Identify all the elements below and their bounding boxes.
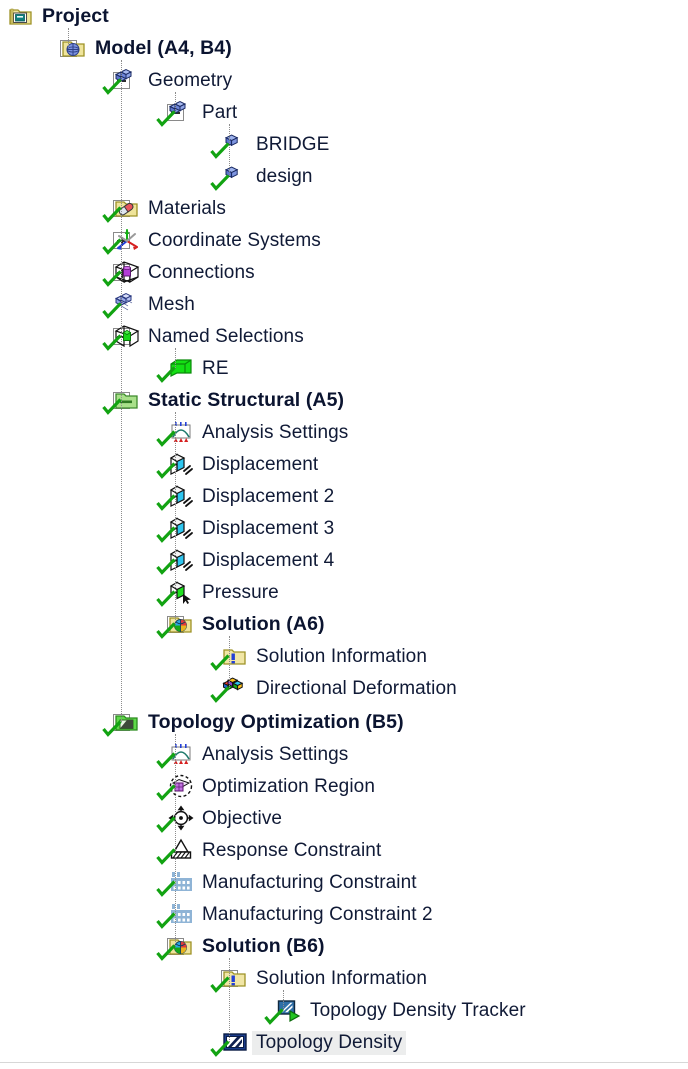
project-tree[interactable]: Project Model (A4, B4) Geometry Part BRIDGE d… (0, 0, 688, 1069)
tree-node-label-displacement-4[interactable]: Displacement 4 (198, 549, 338, 573)
materials-folder-icon (114, 195, 140, 221)
part-bodies-icon (168, 99, 194, 125)
solid-body-icon (222, 163, 248, 189)
tree-node-label-displacement-1[interactable]: Displacement (198, 453, 322, 477)
tree-node-label-project[interactable]: Project (38, 5, 113, 30)
tree-connector-trunk (229, 958, 230, 1042)
geometry-bodies-icon (114, 67, 140, 93)
tree-node-label-model[interactable]: Model (A4, B4) (91, 37, 236, 62)
model-folder-icon (61, 35, 87, 61)
tree-node-label-response-constraint[interactable]: Response Constraint (198, 839, 385, 863)
tree-node-label-manufacturing-constraint-1[interactable]: Manufacturing Constraint (198, 871, 421, 895)
tree-node-label-objective[interactable]: Objective (198, 807, 286, 831)
solution-folder-icon (168, 611, 194, 637)
response-constraint-icon (168, 837, 194, 863)
connections-icon (114, 259, 140, 285)
named-selection-item-icon (168, 355, 194, 381)
topology-density-tracker-icon (276, 997, 302, 1023)
tree-node-label-connections[interactable]: Connections (144, 261, 259, 285)
manufacturing-constraint-icon (168, 901, 194, 927)
tree-node-label-displacement-2[interactable]: Displacement 2 (198, 485, 338, 509)
objective-icon (168, 805, 194, 831)
tree-node-label-analysis-settings-a[interactable]: Analysis Settings (198, 421, 352, 445)
tree-node-label-pressure[interactable]: Pressure (198, 581, 283, 605)
tree-connector-trunk (283, 990, 284, 1010)
solution-information-icon (222, 643, 248, 669)
topology-optimization-folder-icon (114, 709, 140, 735)
tree-node-label-solution-a6[interactable]: Solution (A6) (198, 613, 329, 638)
displacement-icon (168, 483, 194, 509)
panel-divider (0, 1062, 688, 1063)
project-folder-icon (8, 3, 34, 29)
tree-node-label-optimization-region[interactable]: Optimization Region (198, 775, 379, 799)
analysis-settings-icon (168, 419, 194, 445)
solution-information-icon (222, 965, 248, 991)
mesh-icon (114, 291, 140, 317)
directional-deformation-icon (222, 675, 248, 701)
coordinate-systems-icon (114, 227, 140, 253)
tree-connector-trunk (229, 636, 230, 688)
tree-node-label-design[interactable]: design (252, 165, 317, 189)
solution-folder-icon (168, 933, 194, 959)
tree-node-label-manufacturing-constraint-2[interactable]: Manufacturing Constraint 2 (198, 903, 437, 927)
static-structural-folder-icon (114, 387, 140, 413)
tree-node-label-mesh[interactable]: Mesh (144, 293, 199, 317)
named-selections-icon (114, 323, 140, 349)
tree-node-label-topology-optimization[interactable]: Topology Optimization (B5) (144, 711, 408, 736)
tree-connector-trunk (175, 92, 176, 112)
tree-node-label-coordinate-systems[interactable]: Coordinate Systems (144, 229, 325, 253)
tree-node-label-part[interactable]: Part (198, 101, 241, 125)
displacement-icon (168, 547, 194, 573)
tree-node-label-topology-density-tracker[interactable]: Topology Density Tracker (306, 999, 530, 1023)
tree-node-label-solution-b6[interactable]: Solution (B6) (198, 935, 329, 960)
tree-connector-trunk (68, 28, 69, 48)
tree-node-label-geometry[interactable]: Geometry (144, 69, 236, 93)
tree-connector-trunk (175, 734, 176, 946)
tree-node-label-solution-information-b[interactable]: Solution Information (252, 967, 431, 991)
tree-node-label-analysis-settings-b[interactable]: Analysis Settings (198, 743, 352, 767)
manufacturing-constraint-icon (168, 869, 194, 895)
tree-node-label-materials[interactable]: Materials (144, 197, 230, 221)
tree-connector-trunk (229, 124, 230, 176)
tree-node-label-bridge[interactable]: BRIDGE (252, 133, 333, 157)
tree-node-label-static-structural[interactable]: Static Structural (A5) (144, 389, 348, 414)
tree-node-label-topology-density[interactable]: Topology Density (252, 1031, 407, 1055)
tree-connector-trunk (175, 348, 176, 368)
tree-node-label-displacement-3[interactable]: Displacement 3 (198, 517, 338, 541)
solid-body-icon (222, 131, 248, 157)
topology-density-icon (222, 1029, 248, 1055)
tree-node-label-directional-deformation[interactable]: Directional Deformation (252, 677, 461, 701)
analysis-settings-icon (168, 741, 194, 767)
optimization-region-icon (168, 773, 194, 799)
pressure-icon (168, 579, 194, 605)
tree-connector-trunk (175, 412, 176, 624)
displacement-icon (168, 451, 194, 477)
tree-connector-trunk (121, 60, 122, 722)
displacement-icon (168, 515, 194, 541)
tree-node-label-re[interactable]: RE (198, 357, 233, 381)
tree-node-label-named-selections[interactable]: Named Selections (144, 325, 308, 349)
tree-node-label-solution-information-a[interactable]: Solution Information (252, 645, 431, 669)
